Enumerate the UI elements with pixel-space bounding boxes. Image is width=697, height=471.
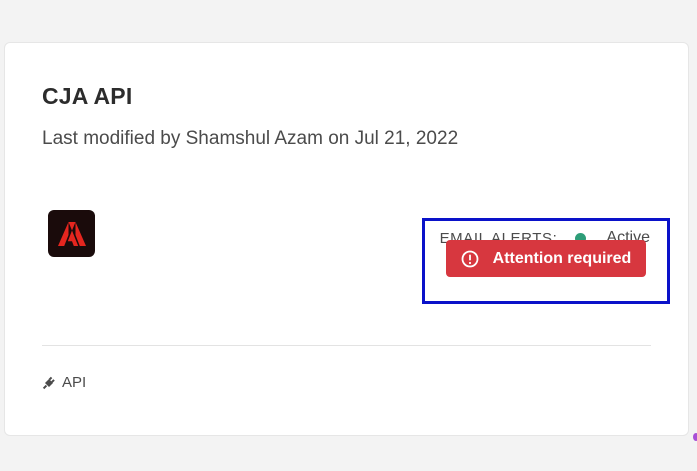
card-footer: API <box>42 374 86 391</box>
alert-circle-icon <box>461 250 479 268</box>
divider <box>42 345 651 346</box>
adobe-logo-icon <box>48 210 95 257</box>
plug-icon <box>42 376 56 390</box>
corner-indicator <box>693 433 697 441</box>
attention-required-button[interactable]: Attention required <box>446 240 646 277</box>
api-type-label: API <box>62 374 87 391</box>
last-modified-text: Last modified by Shamshul Azam on Jul 21… <box>42 128 459 149</box>
attention-required-label: Attention required <box>492 249 632 267</box>
card-title: CJA API <box>42 83 133 109</box>
